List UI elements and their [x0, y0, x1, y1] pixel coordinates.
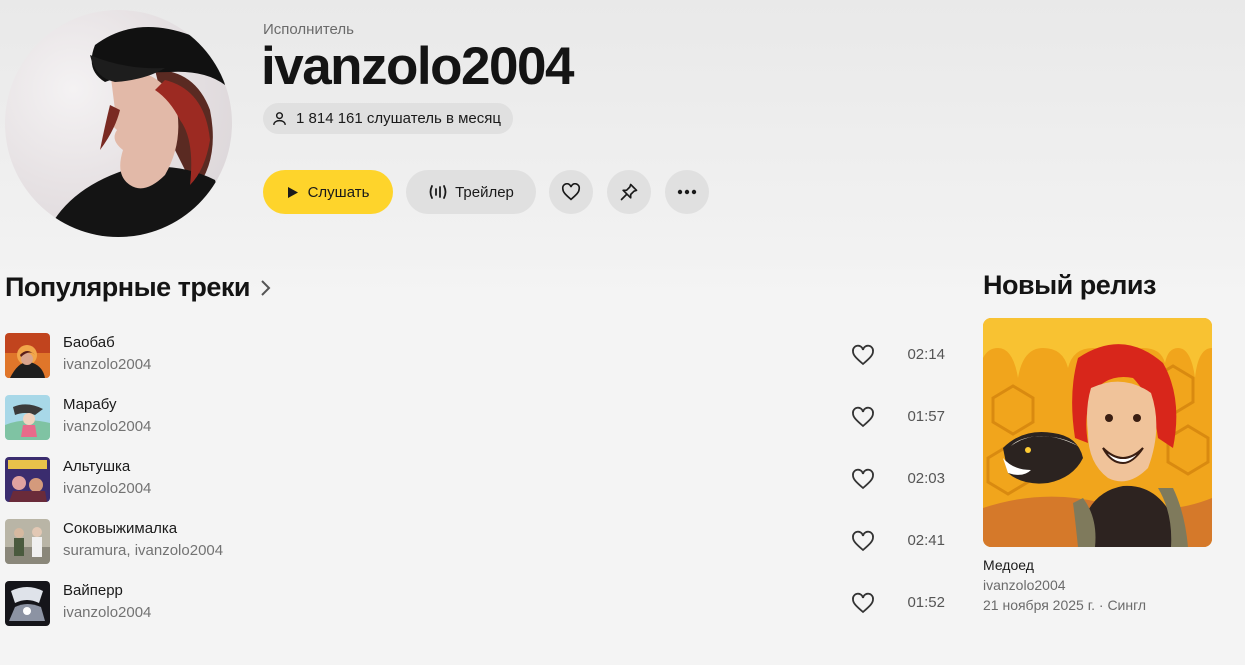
- track-row[interactable]: Альтушка ivanzolo2004 02:03: [5, 456, 950, 508]
- track-artist[interactable]: ivanzolo2004: [63, 356, 151, 373]
- track-title[interactable]: Марабу: [63, 396, 116, 413]
- popular-tracks-title: Популярные треки: [5, 272, 251, 302]
- track-duration: 02:14: [907, 346, 945, 363]
- heart-icon[interactable]: [851, 468, 875, 492]
- heart-icon: [561, 183, 581, 201]
- track-row[interactable]: Вайперр ivanzolo2004 01:52: [5, 580, 950, 632]
- user-icon: [273, 112, 286, 125]
- monthly-listeners-text: 1 814 161 слушатель в месяц: [296, 110, 501, 127]
- new-release-heading: Новый релиз: [983, 270, 1156, 300]
- pin-icon: [620, 183, 638, 201]
- audio-wave-icon: [429, 185, 447, 199]
- release-artwork: [983, 318, 1212, 547]
- artist-name: ivanzolo2004: [261, 37, 574, 96]
- play-icon: [287, 186, 298, 198]
- popular-tracks-heading[interactable]: Популярные треки: [5, 272, 272, 303]
- track-row[interactable]: Соковыжималка suramura, ivanzolo2004 02:…: [5, 518, 950, 570]
- track-duration: 01:52: [907, 594, 945, 611]
- more-options-button[interactable]: [665, 170, 709, 214]
- release-name[interactable]: Медоед: [983, 557, 1034, 573]
- play-button-label: Слушать: [307, 183, 370, 201]
- more-dots-icon: [677, 189, 697, 195]
- monthly-listeners-badge: 1 814 161 слушатель в месяц: [263, 103, 513, 134]
- track-artist[interactable]: ivanzolo2004: [63, 480, 151, 497]
- track-duration: 01:57: [907, 408, 945, 425]
- track-artist[interactable]: ivanzolo2004: [63, 418, 151, 435]
- track-cover: [5, 457, 50, 502]
- artist-photo: [45, 27, 232, 237]
- track-title[interactable]: Баобаб: [63, 334, 115, 351]
- release-artist[interactable]: ivanzolo2004: [983, 577, 1066, 593]
- trailer-button-label: Трейлер: [455, 183, 514, 201]
- artist-avatar: [5, 10, 232, 237]
- track-artist[interactable]: suramura, ivanzolo2004: [63, 542, 223, 559]
- track-duration: 02:41: [907, 532, 945, 549]
- heart-icon[interactable]: [851, 530, 875, 554]
- heart-icon[interactable]: [851, 592, 875, 616]
- chevron-right-icon: [261, 279, 271, 296]
- track-cover: [5, 333, 50, 378]
- track-row[interactable]: Марабу ivanzolo2004 01:57: [5, 394, 950, 446]
- track-cover: [5, 395, 50, 440]
- track-cover: [5, 581, 50, 626]
- track-title[interactable]: Альтушка: [63, 458, 130, 475]
- pin-button[interactable]: [607, 170, 651, 214]
- track-duration: 02:03: [907, 470, 945, 487]
- track-artist[interactable]: ivanzolo2004: [63, 604, 151, 621]
- track-title[interactable]: Вайперр: [63, 582, 123, 599]
- track-cover: [5, 519, 50, 564]
- track-title[interactable]: Соковыжималка: [63, 520, 177, 537]
- track-row[interactable]: Баобаб ivanzolo2004 02:14: [5, 332, 950, 384]
- release-meta: 21 ноября 2025 г. · Сингл: [983, 597, 1147, 613]
- heart-icon[interactable]: [851, 344, 875, 368]
- like-artist-button[interactable]: [549, 170, 593, 214]
- new-release-cover[interactable]: [983, 318, 1212, 547]
- play-button[interactable]: Слушать: [263, 170, 393, 214]
- trailer-button[interactable]: Трейлер: [406, 170, 536, 214]
- heart-icon[interactable]: [851, 406, 875, 430]
